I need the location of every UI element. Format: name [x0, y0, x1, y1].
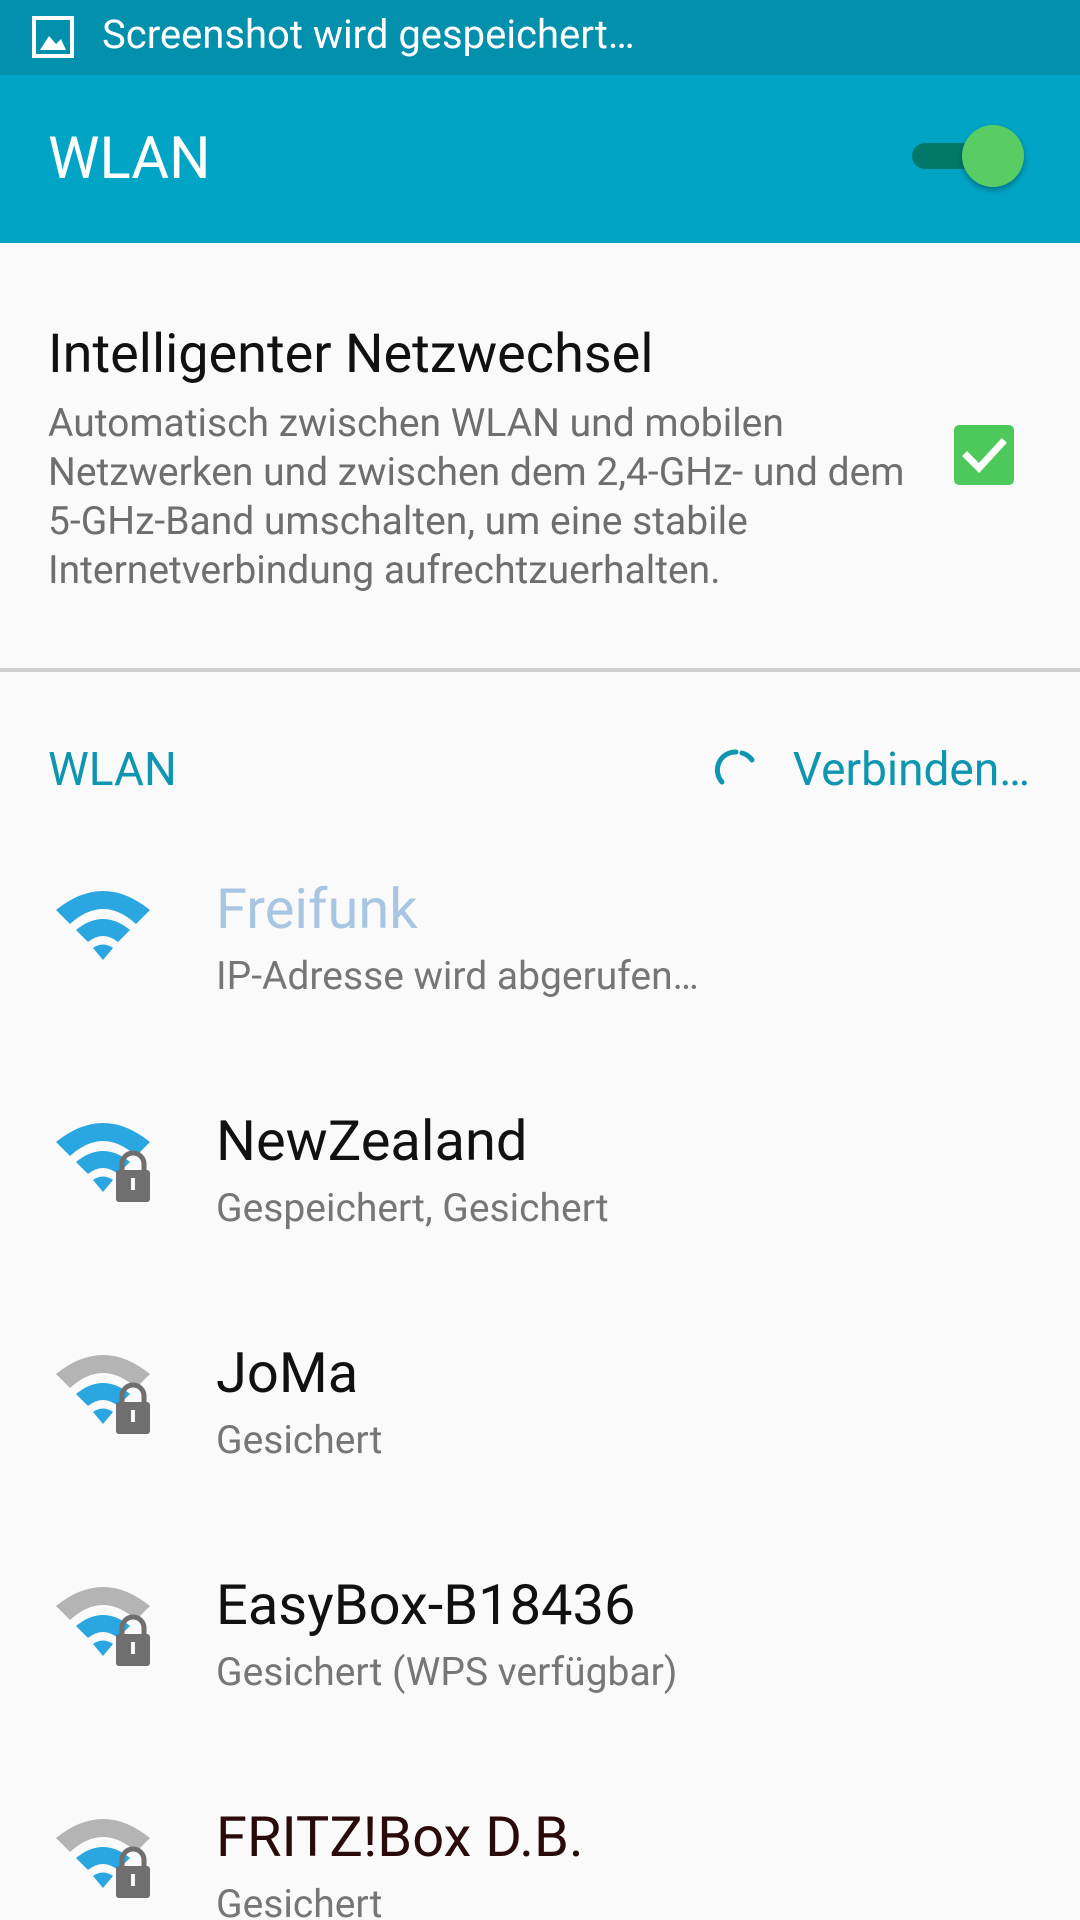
network-name: JoMa	[216, 1340, 359, 1406]
connection-status: Verbinden…	[792, 743, 1030, 797]
checkmark-icon	[962, 438, 1007, 474]
screenshot-icon	[32, 16, 74, 58]
network-name: Freifunk	[216, 876, 418, 942]
section-label: WLAN	[48, 743, 177, 797]
wifi-signal-medium-locked-icon	[56, 1355, 150, 1434]
status-notification-text: Screenshot wird gespeichert…	[102, 11, 635, 58]
network-name: NewZealand	[216, 1108, 528, 1174]
wifi-signal-full-locked-icon	[56, 1123, 150, 1202]
toggle-thumb	[962, 125, 1024, 187]
network-name: EasyBox-B18436	[216, 1572, 636, 1638]
smart-network-switch-setting[interactable]: Intelligenter Netzwechsel Automatisch zw…	[0, 243, 1080, 668]
wifi-signal-full-icon	[56, 891, 150, 960]
wifi-signal-medium-locked-icon	[56, 1587, 150, 1666]
network-status: Gesichert	[216, 1417, 383, 1463]
smart-switch-checkbox[interactable]	[954, 425, 1014, 485]
network-status: Gesichert (WPS verfügbar)	[216, 1649, 678, 1695]
network-item-easybox-b18436[interactable]: EasyBox-B18436 Gesichert (WPS verfügbar)	[0, 1508, 1080, 1740]
network-status: IP-Adresse wird abgerufen…	[216, 953, 699, 999]
wlan-section-header: WLAN Verbinden…	[0, 672, 1080, 812]
network-item-newzealand[interactable]: NewZealand Gespeichert, Gesichert	[0, 1044, 1080, 1276]
network-item-fritzbox-db[interactable]: FRITZ!Box D.B. Gesichert	[0, 1740, 1080, 1920]
loading-spinner-icon	[714, 749, 755, 785]
status-bar: Screenshot wird gespeichert…	[0, 0, 1080, 75]
setting-description: Automatisch zwischen WLAN und mobilen Ne…	[48, 400, 905, 593]
network-name: FRITZ!Box D.B.	[216, 1804, 584, 1870]
network-item-joma[interactable]: JoMa Gesichert	[0, 1276, 1080, 1508]
page-title: WLAN	[48, 125, 211, 193]
setting-title: Intelligenter Netzwechsel	[48, 323, 654, 386]
wifi-signal-medium-locked-icon	[56, 1819, 150, 1898]
app-bar: WLAN	[0, 75, 1080, 243]
network-status: Gespeichert, Gesichert	[216, 1185, 609, 1231]
wifi-toggle[interactable]	[908, 119, 1024, 191]
network-status: Gesichert	[216, 1881, 383, 1920]
network-item-freifunk[interactable]: Freifunk IP-Adresse wird abgerufen…	[0, 812, 1080, 1044]
